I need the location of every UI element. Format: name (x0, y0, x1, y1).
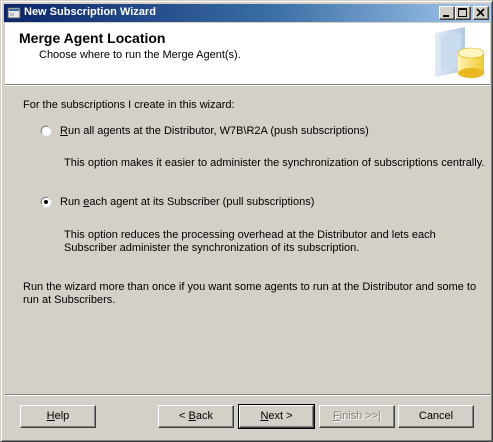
option-push-label[interactable]: Run all agents at the Distributor, W7B\R… (60, 125, 369, 137)
radio-push-subscriptions[interactable] (40, 125, 52, 137)
close-button[interactable] (473, 6, 489, 20)
minimize-icon (443, 15, 449, 17)
wizard-header: Merge Agent Location Choose where to run… (5, 23, 490, 84)
wizard-window: New Subscription Wizard Merge Agent Loca… (0, 0, 493, 442)
help-button[interactable]: Help (20, 405, 96, 428)
footer-note-line-1: Run the wizard more than once if you wan… (23, 281, 477, 293)
cancel-button[interactable]: Cancel (398, 405, 474, 428)
option-push-accel: R (60, 125, 68, 137)
footer-note-line-2: run at Subscribers. (23, 294, 116, 306)
intro-text: For the subscriptions I create in this w… (23, 99, 235, 111)
option-pull-text-pre: Run (60, 196, 84, 208)
help-label: elp (54, 410, 70, 422)
maximize-button[interactable] (455, 6, 471, 20)
help-accel: H (46, 410, 55, 422)
title-bar[interactable]: New Subscription Wizard (4, 4, 491, 22)
back-button[interactable]: < Back (158, 405, 234, 428)
option-pull-label[interactable]: Run each agent at its Subscriber (pull s… (60, 196, 314, 208)
next-label: ext > (268, 410, 293, 422)
option-pull-description-line-1: This option reduces the processing overh… (64, 229, 436, 241)
minimize-button[interactable] (439, 6, 455, 20)
back-label: ack (195, 410, 213, 422)
database-icon (435, 27, 485, 78)
back-accel: B (188, 410, 196, 422)
option-push-text: un all agents at the Distributor, W7B\R2… (67, 125, 369, 137)
header-separator (5, 84, 490, 86)
footer-separator (5, 394, 490, 396)
option-pull-description-line-2: Subscriber administer the synchronizatio… (64, 242, 360, 254)
finish-accel: F (332, 410, 340, 422)
option-push-description: This option makes it easier to administe… (64, 157, 485, 169)
finish-label: inish >>| (339, 410, 382, 422)
maximize-icon (458, 8, 467, 17)
finish-button[interactable]: Finish >>| (319, 405, 395, 428)
window-title: New Subscription Wizard (24, 6, 156, 18)
back-arrow: < (179, 410, 189, 422)
page-title: Merge Agent Location (19, 30, 166, 46)
page-subtitle: Choose where to run the Merge Agent(s). (39, 49, 241, 61)
radio-pull-subscriptions[interactable] (40, 196, 52, 208)
app-icon (7, 7, 21, 19)
next-button[interactable]: Next > (238, 404, 315, 429)
close-icon (476, 8, 485, 17)
option-pull-text: ach agent at its Subscriber (pull subscr… (89, 196, 315, 208)
